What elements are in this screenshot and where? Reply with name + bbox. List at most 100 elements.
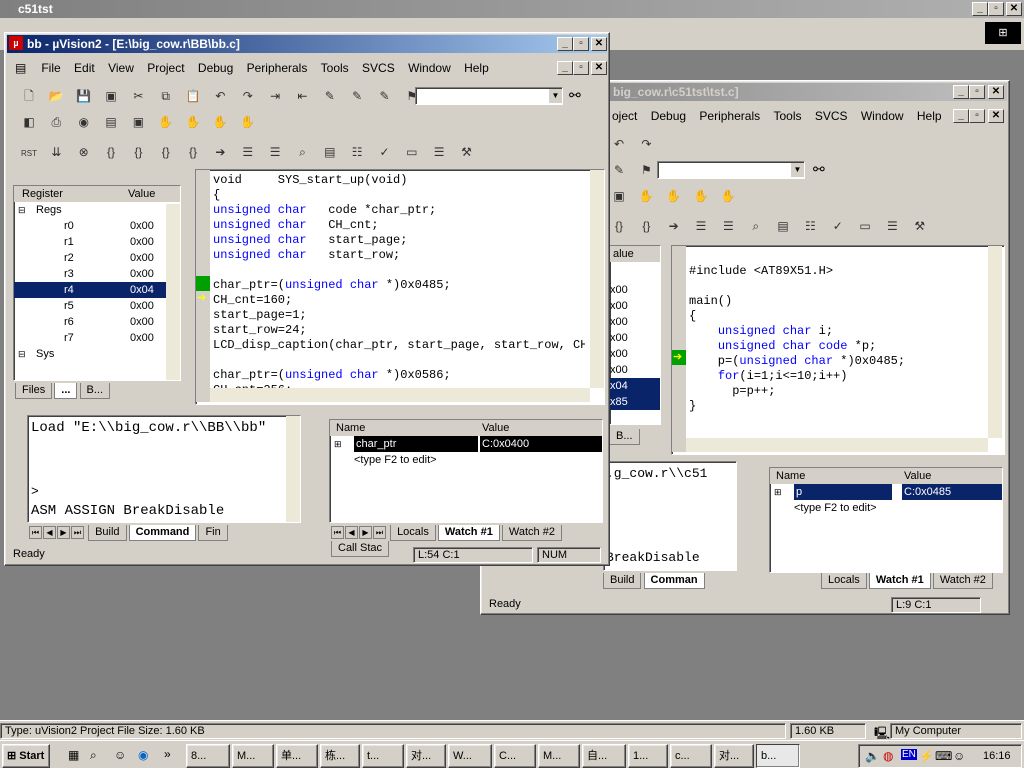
second-minimize-button[interactable]: _ (953, 85, 969, 99)
start-button[interactable]: ⊞ Start (2, 744, 50, 768)
insert-breakpoint-icon[interactable]: ◧ (18, 111, 40, 133)
tab-locals[interactable]: Locals (390, 525, 436, 541)
taskbar-button[interactable]: C... (494, 744, 536, 768)
run-icon[interactable]: ⇊ (45, 141, 67, 163)
memory-window-icon[interactable]: ▭ (401, 141, 423, 163)
taskbar-button[interactable]: c... (670, 744, 712, 768)
background-window-titlebar[interactable]: c51tst (0, 0, 1024, 18)
quicklaunch-ie-icon[interactable]: ◉ (138, 748, 148, 762)
unindent-icon[interactable]: ⇤ (291, 85, 313, 107)
second-menu-tools[interactable]: Tools (768, 107, 806, 125)
stop-icon[interactable]: ⊗ (73, 141, 95, 163)
second-editor-vscroll[interactable] (988, 246, 1002, 438)
taskbar-button[interactable]: 栋... (320, 744, 360, 768)
second-tab-books[interactable]: B... (609, 429, 640, 445)
output-vscroll[interactable] (286, 416, 300, 522)
hand-all-icon[interactable]: ✋ (717, 185, 739, 207)
step-out-icon[interactable]: {} (155, 141, 177, 163)
memory-window-icon[interactable]: ▭ (854, 215, 876, 237)
prev-tab-icon[interactable]: ◀ (345, 525, 358, 539)
second-find-dropdown-icon[interactable]: ▼ (791, 163, 804, 177)
second-doc-minimize-button[interactable]: _ (953, 109, 969, 123)
perf-analyzer-icon[interactable]: ✓ (373, 141, 395, 163)
redo-icon[interactable]: ↷ (635, 133, 657, 155)
qq-tray-icon[interactable]: ☺ (953, 749, 965, 763)
workspace-icon[interactable]: ▤ (100, 111, 122, 133)
step-over-icon[interactable]: {} (608, 215, 630, 237)
step-over-icon[interactable]: {} (127, 141, 149, 163)
hand-stop-icon[interactable]: ✋ (663, 185, 685, 207)
prev-tab-icon[interactable]: ◀ (43, 525, 56, 539)
second-watch-row-p[interactable]: ⊞ p C:0x0485 (770, 484, 1002, 500)
second-menu-help[interactable]: Help (912, 107, 947, 125)
hand-icon[interactable]: ✋ (155, 111, 177, 133)
find-dropdown-icon[interactable]: ▼ (549, 89, 562, 103)
menu-file[interactable]: File (36, 59, 65, 77)
watch-row-char-ptr[interactable]: ⊞ char_ptr C:0x0400 (330, 436, 602, 452)
taskbar-button[interactable]: 对... (406, 744, 446, 768)
save-all-icon[interactable]: ▣ (100, 85, 122, 107)
menu-svcs[interactable]: SVCS (357, 59, 400, 77)
find-in-files-icon[interactable]: ⚑ (635, 159, 657, 181)
step-end-icon[interactable]: {} (182, 141, 204, 163)
collapse-icon[interactable]: ⊟ (18, 202, 26, 218)
second-tab-command[interactable]: Comman (643, 573, 705, 589)
build-hammer-icon[interactable]: ⚒ (909, 215, 931, 237)
second-doc-close-button[interactable]: ✕ (988, 109, 1004, 123)
main-maximize-button[interactable]: ▫ (573, 37, 589, 51)
register-row[interactable]: r1 0x00 (14, 234, 180, 250)
second-editor-hscroll[interactable] (686, 438, 988, 452)
second-menu-window[interactable]: Window (856, 107, 909, 125)
last-tab-icon[interactable]: ⏭ (71, 525, 84, 539)
network-icon[interactable]: ⚡ (919, 749, 934, 763)
second-menu-svcs[interactable]: SVCS (810, 107, 853, 125)
undo-icon[interactable]: ↶ (608, 133, 630, 155)
taskbar-button[interactable]: M... (232, 744, 274, 768)
step-out-icon[interactable]: {} (635, 215, 657, 237)
bg-close-button[interactable]: ✕ (1006, 2, 1022, 16)
quicklaunch-more-icon[interactable]: » (164, 747, 171, 761)
second-menu-project[interactable]: oject (607, 107, 642, 125)
bg-minimize-button[interactable]: _ (972, 2, 988, 16)
copy-icon[interactable]: ⧉ (155, 85, 177, 107)
indent-icon[interactable]: ⇥ (264, 85, 286, 107)
tab-watch1[interactable]: Watch #1 (437, 525, 500, 541)
hand-all-icon[interactable]: ✋ (237, 111, 259, 133)
bookmark-next-icon[interactable]: ✎ (346, 85, 368, 107)
show-next-icon[interactable]: ☰ (690, 215, 712, 237)
editor-hscroll[interactable] (210, 388, 590, 402)
doc-restore-button[interactable]: ▫ (573, 61, 589, 75)
taskbar-button[interactable]: 单... (276, 744, 318, 768)
hand-clear-icon[interactable]: ✋ (690, 185, 712, 207)
redo-icon[interactable]: ↷ (237, 85, 259, 107)
hand-clear-icon[interactable]: ✋ (209, 111, 231, 133)
bookmark-toggle-icon[interactable]: ✎ (319, 85, 341, 107)
antivirus-icon[interactable]: ◍ (883, 749, 893, 763)
ime-icon[interactable]: ⌨ (935, 749, 952, 763)
main-window-titlebar[interactable]: µ bb - µVision2 - [E:\big_cow.r\BB\bb.c] (7, 35, 607, 53)
run-to-cursor-icon[interactable]: ➔ (209, 141, 231, 163)
binoculars-icon[interactable]: ⚯ (569, 87, 581, 104)
step-into-icon[interactable]: {} (100, 141, 122, 163)
register-group-regs[interactable]: ⊟ Regs (14, 202, 180, 218)
reset-icon[interactable]: RST (18, 143, 40, 165)
expand-icon[interactable]: ⊞ (334, 436, 342, 452)
output-prompt[interactable]: > (31, 484, 39, 499)
first-tab-icon[interactable]: ⏮ (29, 525, 42, 539)
find-input[interactable] (415, 87, 563, 105)
menu-project[interactable]: Project (142, 59, 189, 77)
tab-books[interactable]: B... (79, 383, 111, 399)
doc-minimize-button[interactable]: _ (557, 61, 573, 75)
debug-window-icon[interactable]: ▣ (608, 185, 630, 207)
second-binoculars-icon[interactable]: ⚯ (813, 161, 825, 178)
second-close-button[interactable]: ✕ (988, 85, 1004, 99)
taskbar-button[interactable]: 对... (714, 744, 754, 768)
code-coverage-icon[interactable]: ☷ (346, 141, 368, 163)
bookmark-prev-icon[interactable]: ✎ (373, 85, 395, 107)
code-editor[interactable]: ➔ void SYS_start_up(void){unsigned char … (195, 169, 605, 405)
zoom-icon[interactable]: ⌕ (745, 215, 767, 237)
register-row[interactable]: r5 0x00 (14, 298, 180, 314)
menu-peripherals[interactable]: Peripherals (242, 59, 313, 77)
second-maximize-button[interactable]: ▫ (969, 85, 985, 99)
new-file-icon[interactable]: 🗋 (18, 85, 40, 107)
